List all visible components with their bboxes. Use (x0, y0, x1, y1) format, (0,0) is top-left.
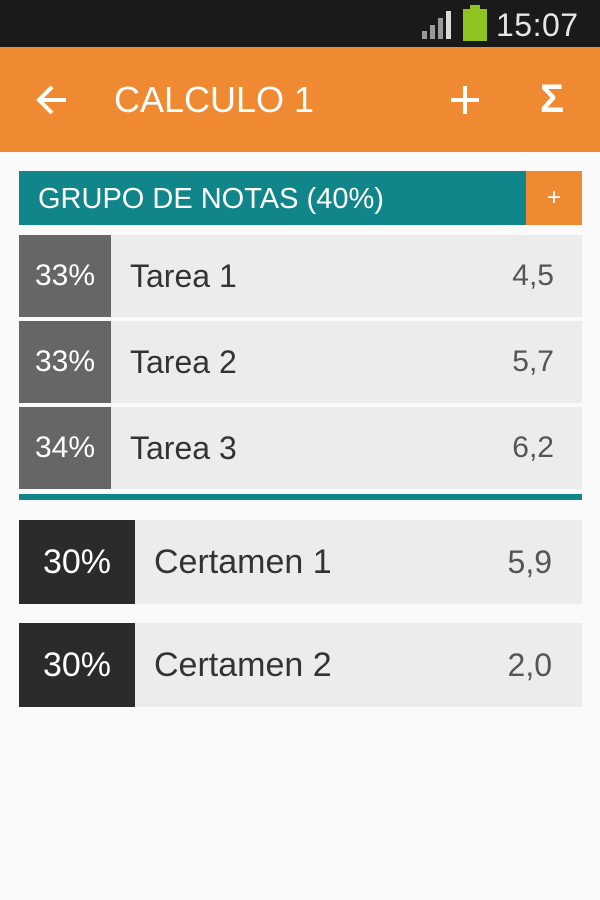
item-weight: 33% (19, 235, 111, 317)
item-name: Certamen 1 (154, 543, 332, 581)
item-grade: 5,7 (512, 345, 554, 378)
item-name: Certamen 2 (154, 646, 332, 684)
status-bar: 15:07 (0, 0, 600, 47)
item-grade: 5,9 (507, 544, 552, 580)
group-item-row[interactable]: 33% Tarea 2 5,7 (19, 321, 582, 403)
item-name: Tarea 1 (130, 258, 237, 294)
group-divider (19, 494, 582, 500)
signal-bars-icon (422, 11, 451, 39)
item-grade: 2,0 (507, 647, 552, 683)
item-grade: 6,2 (512, 431, 554, 464)
item-weight: 30% (19, 623, 135, 707)
item-name: Tarea 3 (130, 430, 237, 466)
item-grade: 4,5 (512, 259, 554, 292)
item-weight: 30% (19, 520, 135, 604)
arrow-left-icon[interactable] (32, 80, 72, 120)
group-title: GRUPO DE NOTAS (40%) (38, 183, 384, 215)
item-weight: 34% (19, 407, 111, 489)
group-item-row[interactable]: 34% Tarea 3 6,2 (19, 407, 582, 489)
item-name: Tarea 2 (130, 344, 237, 380)
plus-icon: + (546, 184, 561, 211)
group-add-button[interactable]: + (526, 171, 582, 225)
item-row[interactable]: 30% Certamen 2 2,0 (19, 623, 582, 707)
status-time: 15:07 (496, 7, 579, 43)
group-item-row[interactable]: 33% Tarea 1 4,5 (19, 235, 582, 317)
battery-icon (463, 5, 487, 41)
plus-icon[interactable] (445, 80, 485, 120)
app-bar: CALCULO 1 Σ (0, 47, 600, 152)
item-row[interactable]: 30% Certamen 1 5,9 (19, 520, 582, 604)
page-title: CALCULO 1 (114, 79, 315, 120)
item-weight: 33% (19, 321, 111, 403)
sum-button[interactable]: Σ (540, 74, 564, 124)
group-header[interactable]: GRUPO DE NOTAS (40%) (19, 171, 526, 225)
